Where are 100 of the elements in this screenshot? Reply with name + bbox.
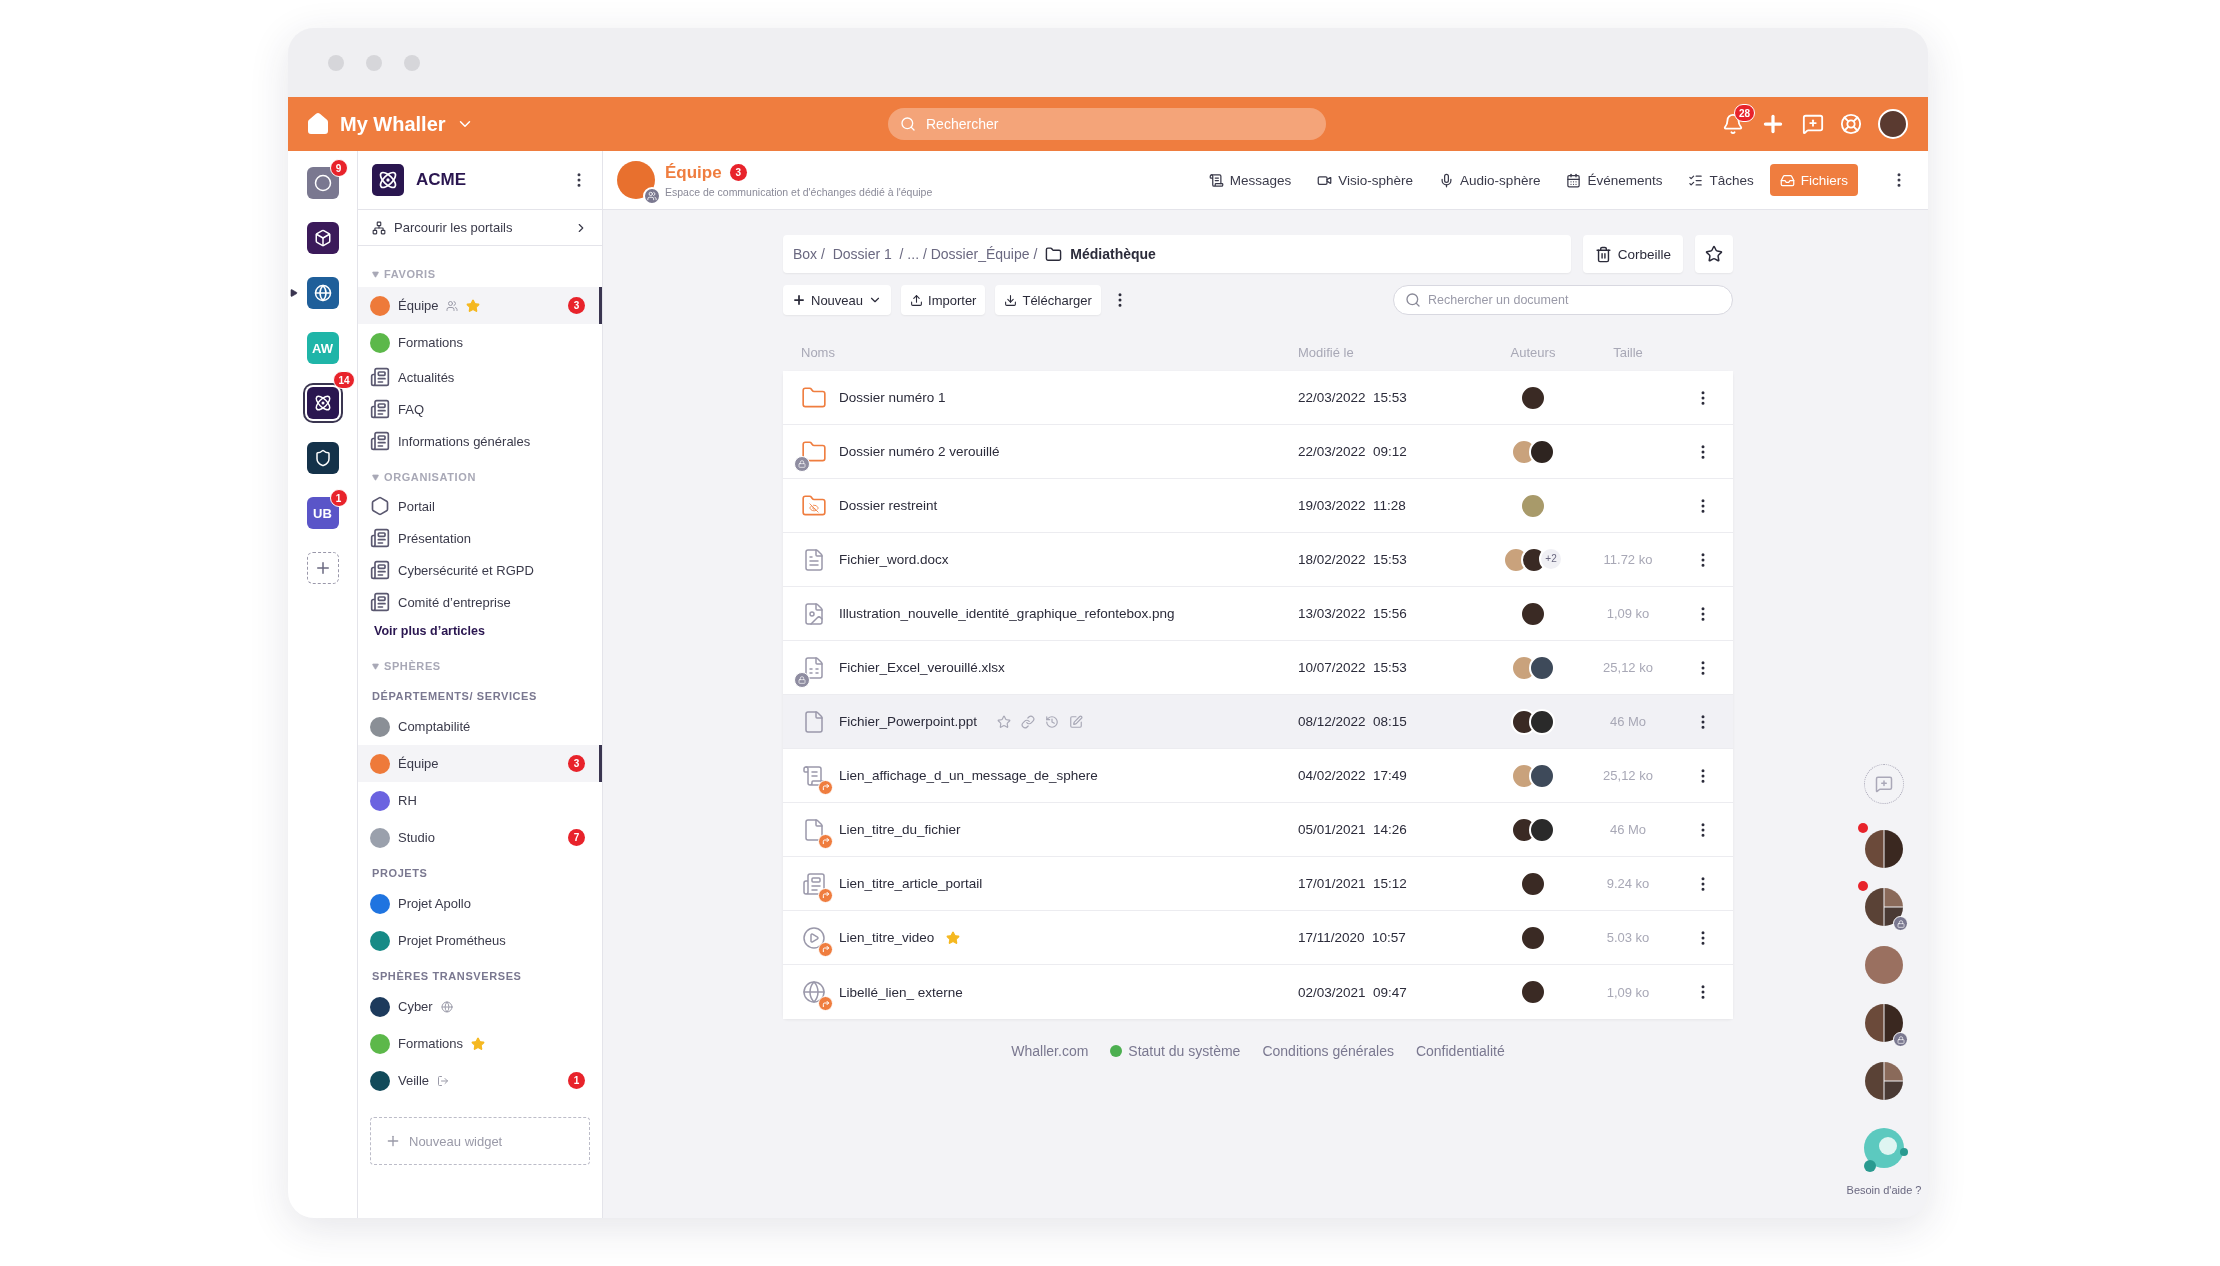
sidebar-item[interactable]: Actualités <box>358 361 602 393</box>
footer-link[interactable]: Confidentialité <box>1415 1043 1505 1059</box>
sidebar-item[interactable]: Veille 1 <box>358 1062 602 1099</box>
file-row[interactable]: Dossier restreint 19/03/2022 11:28 <box>783 479 1733 533</box>
tab[interactable]: Événements <box>1556 164 1673 196</box>
modified-date: 22/03/2022 15:53 <box>1298 390 1408 405</box>
sidebar-item[interactable]: Informations générales <box>358 425 602 457</box>
count-badge: 1 <box>329 489 348 507</box>
sitemap-icon <box>372 220 386 235</box>
breadcrumb-path[interactable]: Box / Dossier 1 / ... / Dossier_Équipe / <box>793 246 1038 262</box>
section-heading: SPHÈRES TRANSVERSES <box>372 970 522 982</box>
lifebuoy-icon[interactable] <box>1840 113 1862 135</box>
tab[interactable]: Tâches <box>1678 164 1764 196</box>
atom-icon <box>313 394 332 412</box>
modified-date: 02/03/2021 09:47 <box>1298 984 1408 1000</box>
file-name: Dossier restreint <box>839 498 938 513</box>
file-size: 25,12 ko <box>1602 660 1654 675</box>
tab[interactable]: Messages <box>1198 164 1302 196</box>
trash-button[interactable]: Corbeille <box>1582 235 1683 273</box>
calendar-icon <box>1566 172 1582 188</box>
file-size: 1,09 ko <box>1605 984 1651 1000</box>
sidebar-item[interactable]: Comptabilité <box>358 708 602 745</box>
count-badge: 3 <box>568 297 585 314</box>
download-button[interactable]: Télécharger <box>995 285 1101 315</box>
sidebar-item[interactable]: Portail <box>358 490 602 522</box>
tab[interactable]: Visio-sphère <box>1307 164 1424 196</box>
sidebar-item[interactable]: Cybersécurité et RGPD <box>358 554 602 586</box>
conversation-button[interactable] <box>1865 888 1903 926</box>
conversation-button[interactable] <box>1865 1004 1903 1042</box>
footer-link[interactable]: Conditions générales <box>1262 1043 1394 1059</box>
notification-count: 28 <box>1733 104 1755 122</box>
file-row[interactable]: Lien_titre_video 17/11/2020 10:57 5.03 ko <box>783 911 1733 965</box>
globe-icon <box>313 284 332 302</box>
section-heading: DÉPARTEMENTS/ SERVICES <box>372 690 537 702</box>
modified-date: 17/01/2021 15:12 <box>1298 876 1408 891</box>
help-link[interactable]: Besoin d'aide ? <box>1846 1184 1922 1196</box>
search-field[interactable]: Rechercher <box>888 108 1326 140</box>
sphere-title: Équipe <box>665 162 722 183</box>
star-icon[interactable] <box>997 714 1012 729</box>
organization-name: ACME <box>416 170 468 190</box>
document-search-field[interactable]: Rechercher un document <box>1393 285 1733 315</box>
modified-date: 17/11/2020 10:57 <box>1298 930 1407 945</box>
file-row[interactable]: Lien_affichage_d_un_message_de_sphere 04/02/2022 17:49 25,12 ko <box>783 749 1733 803</box>
users-icon <box>643 187 661 205</box>
status-link[interactable]: Statut du système <box>1110 1043 1241 1059</box>
modified-date: 10/07/2022 15:53 <box>1298 660 1408 675</box>
new-chat-icon[interactable] <box>1802 113 1824 135</box>
file-name: Lien_titre_du_fichier <box>839 822 961 837</box>
sidebar-item[interactable]: Présentation <box>358 522 602 554</box>
sidebar-item[interactable]: RH <box>358 782 602 819</box>
file-name: Dossier numéro 2 verouillé <box>839 444 1000 459</box>
sidebar-item[interactable]: Projet Prométheus <box>358 922 602 959</box>
file-size: 11.72 ko <box>1602 552 1654 567</box>
file-size: 25,12 ko <box>1602 768 1654 783</box>
column-header: Auteurs <box>1509 344 1557 360</box>
new-button[interactable]: Nouveau <box>783 285 892 315</box>
more-authors: +2 <box>1539 546 1563 571</box>
column-header: Taille <box>1612 344 1644 360</box>
workspace-tile[interactable] <box>306 222 339 254</box>
sidebar-item[interactable]: Cyber <box>358 988 602 1025</box>
file-name: Lien_titre_video <box>839 930 935 945</box>
tab[interactable]: Audio-sphère <box>1429 164 1551 196</box>
file-row[interactable]: Fichier_Excel_verouillé.xlsx 10/07/2022 15:53 25,12 ko <box>783 641 1733 695</box>
footer-link[interactable]: Whaller.com <box>1011 1043 1089 1059</box>
star-icon <box>1705 245 1723 263</box>
workspace-tile[interactable] <box>306 442 339 474</box>
plus-icon <box>385 1133 401 1149</box>
column-header: Noms <box>801 344 836 360</box>
file-row[interactable]: Dossier numéro 1 22/03/2022 15:53 <box>783 371 1733 425</box>
modified-date: 19/03/2022 11:28 <box>1298 498 1407 513</box>
file-row[interactable]: Illustration_nouvelle_identité_graphique_refontebox.png 13/03/2022 15:56 1,09 ko <box>783 587 1733 641</box>
sidebar-item[interactable]: Comité d’entreprise <box>358 586 602 618</box>
sidebar-item[interactable]: Équipe 3 <box>358 287 602 324</box>
import-button[interactable]: Importer <box>901 285 986 315</box>
sidebar-item[interactable]: Projet Apollo <box>358 885 602 922</box>
circle-icon <box>313 174 332 192</box>
sidebar-item[interactable]: Formations <box>358 324 602 361</box>
sidebar-item[interactable]: Studio 7 <box>358 819 602 856</box>
user-avatar[interactable] <box>1878 109 1908 139</box>
file-row[interactable]: Lien_titre_article_portail 17/01/2021 15:12 9.24 ko <box>783 857 1733 911</box>
conversation-button[interactable] <box>1865 1062 1903 1100</box>
file-row[interactable]: Lien_titre_du_fichier 05/01/2021 14:26 46 Mo <box>783 803 1733 857</box>
file-row[interactable]: Dossier numéro 2 verouillé 22/03/2022 09:12 <box>783 425 1733 479</box>
sphere-avatar <box>617 161 655 199</box>
file-row[interactable]: Fichier_Powerpoint.ppt 08/12/2022 08:15 46 Mo <box>783 695 1733 749</box>
sidebar-item[interactable]: Équipe 3 <box>358 745 602 782</box>
more-articles-link[interactable]: Voir plus d’articles <box>358 618 501 646</box>
file-size: 1,09 ko <box>1605 606 1651 621</box>
modified-date: 04/02/2022 17:49 <box>1298 768 1408 783</box>
favorite-button[interactable] <box>1695 235 1733 273</box>
sidebar-item[interactable]: FAQ <box>358 393 602 425</box>
conversation-button[interactable] <box>1865 830 1903 868</box>
add-workspace-button[interactable] <box>306 552 339 584</box>
count-badge: 1 <box>568 1072 585 1089</box>
sidebar-item[interactable]: Formations <box>358 1025 602 1062</box>
current-folder: Médiathèque <box>1070 246 1156 262</box>
modified-date: 22/03/2022 09:12 <box>1298 444 1408 459</box>
file-row[interactable]: Libellé_lien_ externe 02/03/2021 09:47 1,09 ko <box>783 965 1733 1019</box>
file-row[interactable]: Fichier_word.docx 18/02/2022 15:53 +2 11.72 ko <box>783 533 1733 587</box>
workspace-tile[interactable] <box>306 277 339 309</box>
